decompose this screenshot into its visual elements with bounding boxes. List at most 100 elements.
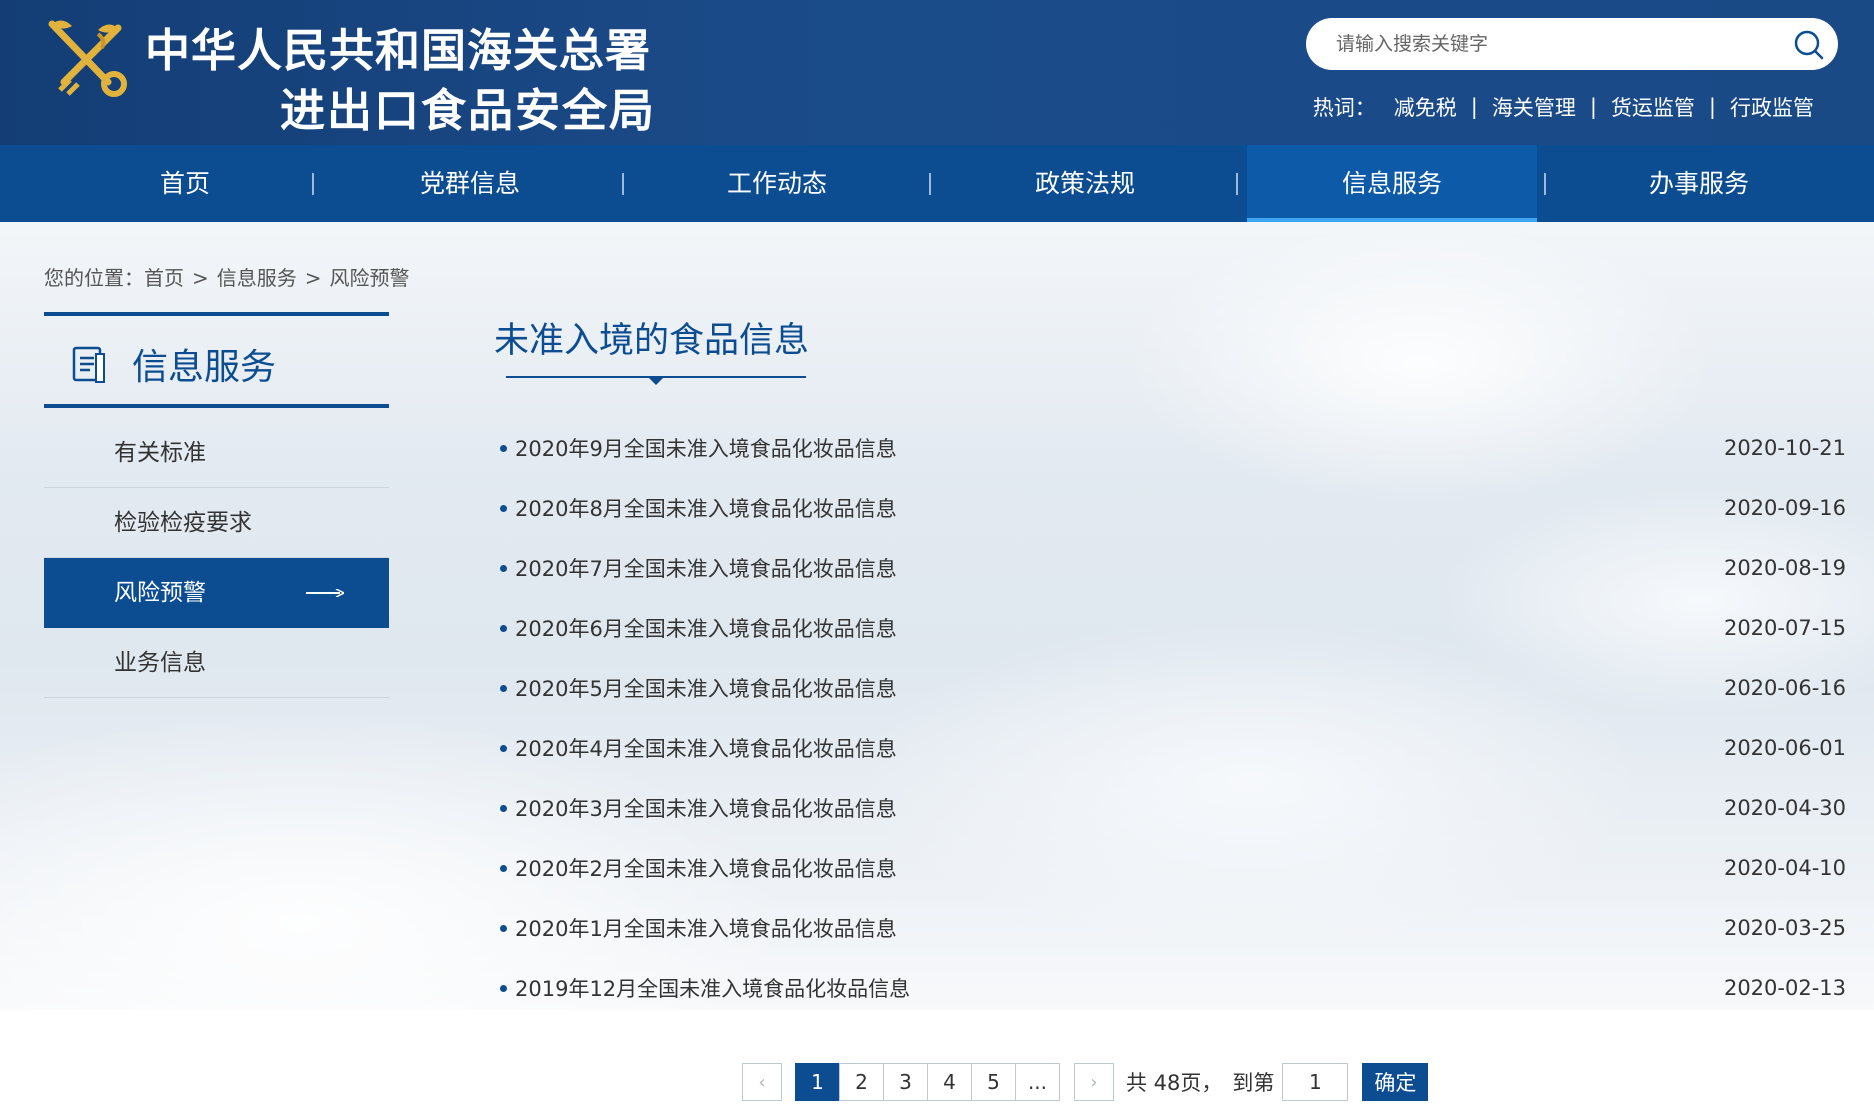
bullet-dot-icon bbox=[500, 504, 507, 512]
page-title: 未准入境的食品信息 bbox=[494, 321, 810, 361]
arrow-right-icon bbox=[306, 589, 344, 597]
goto-label: 到第 bbox=[1232, 1071, 1275, 1095]
breadcrumb-home[interactable]: 首页 bbox=[144, 266, 184, 290]
bullet-dot-icon bbox=[500, 564, 507, 572]
news-list: 2020年9月全国未准入境食品化妆品信息 2020-10-21 2020年8月全… bbox=[500, 418, 1846, 1018]
nav-item-policy[interactable]: 政策法规 bbox=[940, 145, 1230, 222]
list-item[interactable]: 2020年3月全国未准入境食品化妆品信息 2020-04-30 bbox=[500, 778, 1846, 838]
news-date: 2020-02-13 bbox=[1723, 976, 1846, 1000]
bullet-dot-icon bbox=[500, 864, 507, 872]
news-title-link[interactable]: 2020年3月全国未准入境食品化妆品信息 bbox=[515, 793, 1724, 823]
news-title-link[interactable]: 2020年1月全国未准入境食品化妆品信息 bbox=[515, 913, 1724, 943]
list-item[interactable]: 2020年6月全国未准入境食品化妆品信息 2020-07-15 bbox=[500, 598, 1846, 658]
page-button-1[interactable]: 1 bbox=[795, 1063, 840, 1101]
nav-separator bbox=[1544, 173, 1546, 195]
hot-word-link[interactable]: 减免税 bbox=[1394, 92, 1457, 122]
news-title-link[interactable]: 2020年8月全国未准入境食品化妆品信息 bbox=[515, 493, 1724, 523]
nav-item-home[interactable]: 首页 bbox=[40, 145, 330, 222]
nav-separator bbox=[1236, 173, 1238, 195]
page-button-3[interactable]: 3 bbox=[883, 1063, 928, 1101]
news-date: 2020-09-16 bbox=[1723, 496, 1846, 520]
sidebar-item-risk-warning[interactable]: 风险预警 bbox=[44, 558, 389, 628]
bullet-dot-icon bbox=[500, 804, 507, 812]
news-title-link[interactable]: 2019年12月全国未准入境食品化妆品信息 bbox=[515, 973, 1724, 1003]
nav-separator bbox=[312, 173, 314, 195]
list-item[interactable]: 2020年4月全国未准入境食品化妆品信息 2020-06-01 bbox=[500, 718, 1846, 778]
bullet-dot-icon bbox=[500, 744, 507, 752]
total-pages-text: 共 48页， bbox=[1126, 1071, 1223, 1095]
hot-word-link[interactable]: 行政监管 bbox=[1730, 92, 1814, 122]
news-date: 2020-07-15 bbox=[1723, 616, 1846, 640]
hot-words-label: 热词： bbox=[1312, 96, 1376, 120]
sidebar-header: 信息服务 bbox=[44, 312, 389, 408]
news-date: 2020-10-21 bbox=[1723, 436, 1846, 460]
list-item[interactable]: 2020年7月全国未准入境食品化妆品信息 2020-08-19 bbox=[500, 538, 1846, 598]
news-title-link[interactable]: 2020年2月全国未准入境食品化妆品信息 bbox=[515, 853, 1724, 883]
breadcrumb-separator: > bbox=[192, 266, 209, 290]
hot-word-separator: | bbox=[1470, 95, 1478, 119]
bullet-dot-icon bbox=[500, 624, 507, 632]
page-button-2[interactable]: 2 bbox=[839, 1063, 884, 1101]
news-date: 2020-03-25 bbox=[1723, 916, 1846, 940]
title-underline-caret bbox=[648, 377, 664, 385]
news-title-link[interactable]: 2020年6月全国未准入境食品化妆品信息 bbox=[515, 613, 1724, 643]
search-icon[interactable] bbox=[1792, 28, 1826, 62]
page-button-5[interactable]: 5 bbox=[971, 1063, 1016, 1101]
list-item[interactable]: 2020年1月全国未准入境食品化妆品信息 2020-03-25 bbox=[500, 898, 1846, 958]
confirm-button[interactable]: 确定 bbox=[1362, 1063, 1429, 1101]
site-header: 中华人民共和国海关总署 进出口食品安全局 热词： 减免税 | 海关管理 | 货运… bbox=[0, 0, 1874, 145]
list-item[interactable]: 2020年8月全国未准入境食品化妆品信息 2020-09-16 bbox=[500, 478, 1846, 538]
nav-item-party[interactable]: 党群信息 bbox=[325, 145, 615, 222]
news-title-link[interactable]: 2020年7月全国未准入境食品化妆品信息 bbox=[515, 553, 1724, 583]
list-item[interactable]: 2020年9月全国未准入境食品化妆品信息 2020-10-21 bbox=[500, 418, 1846, 478]
breadcrumb-prefix: 您的位置： bbox=[44, 266, 144, 290]
site-title-line1: 中华人民共和国海关总署 bbox=[145, 24, 652, 77]
news-date: 2020-04-30 bbox=[1723, 796, 1846, 820]
search-box bbox=[1306, 18, 1838, 70]
customs-emblem-icon[interactable] bbox=[38, 12, 138, 102]
news-title-link[interactable]: 2020年9月全国未准入境食品化妆品信息 bbox=[515, 433, 1724, 463]
news-date: 2020-08-19 bbox=[1723, 556, 1846, 580]
sidebar-item-business-info[interactable]: 业务信息 bbox=[44, 628, 389, 698]
goto-page-input[interactable] bbox=[1282, 1063, 1349, 1101]
hot-word-link[interactable]: 海关管理 bbox=[1492, 92, 1576, 122]
hot-word-link[interactable]: 货运监管 bbox=[1611, 92, 1695, 122]
sidebar-item-label: 风险预警 bbox=[114, 580, 206, 606]
pagination: ‹ 1 2 3 4 5 ... › 共 48页， 到第 确定 bbox=[742, 1062, 1429, 1102]
sidebar-item-inspection-requirements[interactable]: 检验检疫要求 bbox=[44, 488, 389, 558]
breadcrumb-info-service[interactable]: 信息服务 bbox=[217, 266, 297, 290]
breadcrumb-risk-warning[interactable]: 风险预警 bbox=[330, 266, 410, 290]
search-input[interactable] bbox=[1336, 18, 1776, 70]
list-item[interactable]: 2020年5月全国未准入境食品化妆品信息 2020-06-16 bbox=[500, 658, 1846, 718]
page-button-4[interactable]: 4 bbox=[927, 1063, 972, 1101]
hot-words: 热词： 减免税 | 海关管理 | 货运监管 | 行政监管 bbox=[1313, 92, 1814, 122]
bullet-dot-icon bbox=[500, 444, 507, 452]
breadcrumb: 您的位置：首页 > 信息服务 > 风险预警 bbox=[44, 262, 410, 291]
nav-item-affairs[interactable]: 办事服务 bbox=[1554, 145, 1844, 222]
breadcrumb-separator: > bbox=[304, 266, 322, 290]
news-title-link[interactable]: 2020年5月全国未准入境食品化妆品信息 bbox=[515, 673, 1724, 703]
prev-page-button[interactable]: ‹ bbox=[742, 1063, 782, 1101]
nav-separator bbox=[622, 173, 624, 195]
news-date: 2020-06-16 bbox=[1723, 676, 1846, 700]
hot-word-separator: | bbox=[1589, 95, 1597, 119]
sidebar-item-standards[interactable]: 有关标准 bbox=[44, 418, 389, 488]
site-title-line2: 进出口食品安全局 bbox=[280, 84, 657, 137]
nav-item-work[interactable]: 工作动态 bbox=[632, 145, 922, 222]
list-item[interactable]: 2020年2月全国未准入境食品化妆品信息 2020-04-10 bbox=[500, 838, 1846, 898]
bullet-dot-icon bbox=[500, 924, 507, 932]
page-ellipsis[interactable]: ... bbox=[1015, 1063, 1060, 1101]
news-date: 2020-06-01 bbox=[1723, 736, 1846, 760]
sidebar-item-label: 业务信息 bbox=[114, 650, 206, 676]
news-date: 2020-04-10 bbox=[1723, 856, 1846, 880]
sidebar-item-label: 有关标准 bbox=[114, 440, 206, 466]
nav-separator bbox=[929, 173, 931, 195]
next-page-button[interactable]: › bbox=[1074, 1063, 1114, 1101]
list-item[interactable]: 2019年12月全国未准入境食品化妆品信息 2020-02-13 bbox=[500, 958, 1846, 1018]
sidebar-title: 信息服务 bbox=[132, 347, 277, 388]
bullet-dot-icon bbox=[500, 684, 507, 692]
sidebar-item-label: 检验检疫要求 bbox=[114, 510, 252, 536]
nav-item-info-service[interactable]: 信息服务 bbox=[1247, 145, 1537, 222]
news-title-link[interactable]: 2020年4月全国未准入境食品化妆品信息 bbox=[515, 733, 1724, 763]
main-nav: 首页 党群信息 工作动态 政策法规 信息服务 办事服务 bbox=[0, 145, 1874, 222]
